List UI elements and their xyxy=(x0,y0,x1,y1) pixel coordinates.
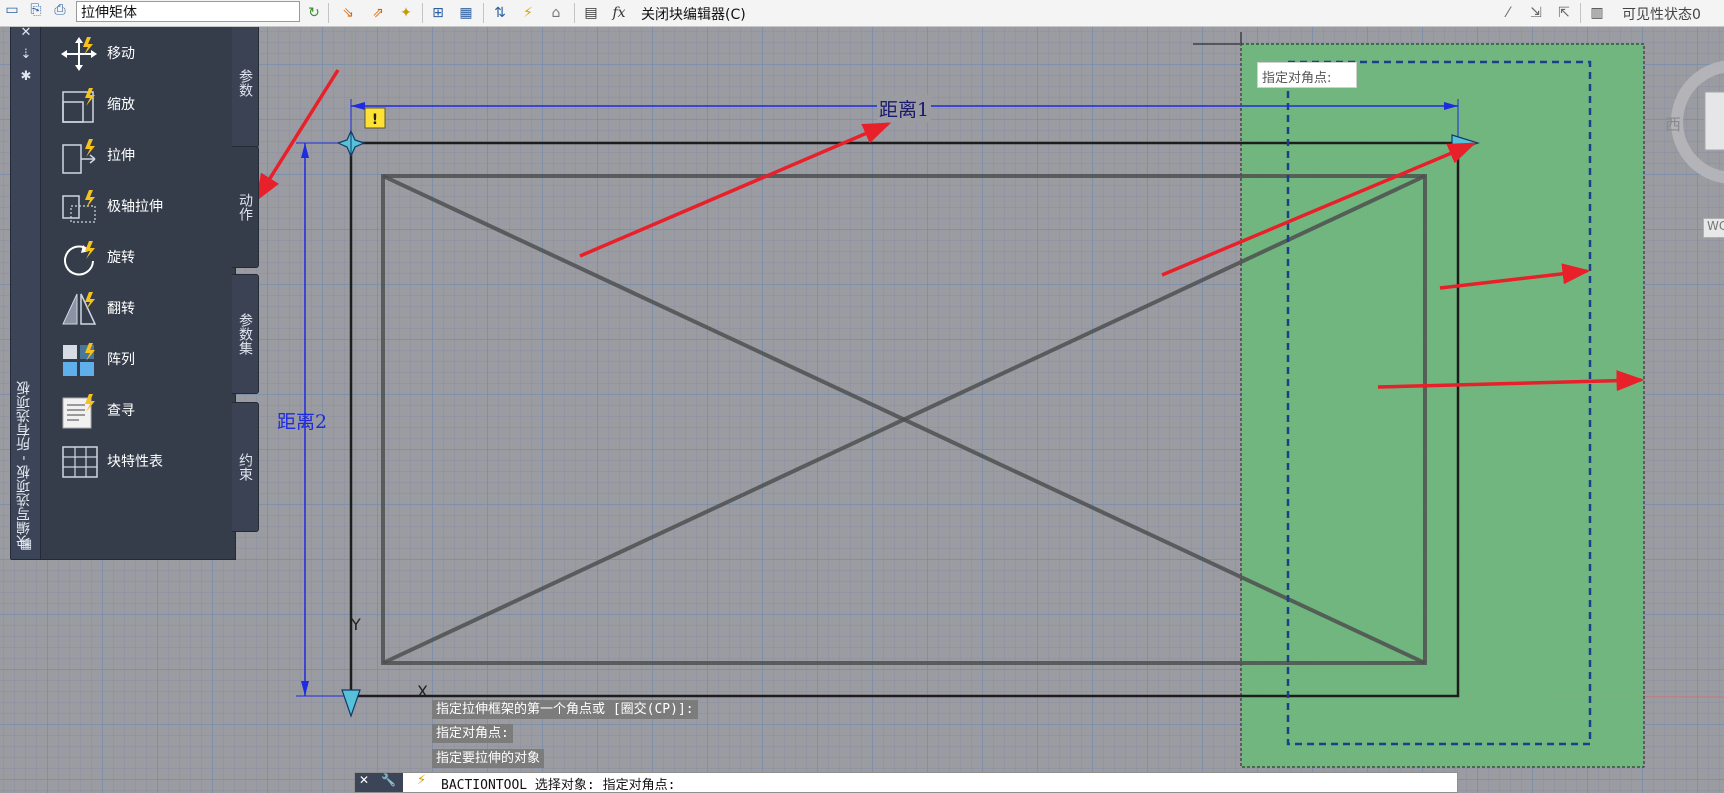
array-action-icon xyxy=(59,341,99,379)
move-action-icon xyxy=(59,35,99,73)
wrench-icon[interactable]: 🔧 xyxy=(381,773,396,787)
polar-stretch-action-icon xyxy=(59,188,99,226)
block-authoring-palette: ✕ ⇣ ✱ 块编写选项板 - 所有选项板 ▦ 移动 缩放 拉伸 极轴拉伸 旋转 … xyxy=(10,18,259,560)
make-invisible-icon[interactable]: ⇱ xyxy=(1554,3,1574,23)
scale-action-icon xyxy=(59,86,99,124)
visibility-mode-icon[interactable]: ⁄ xyxy=(1498,3,1518,23)
command-history-line: 指定要拉伸的对象 xyxy=(432,749,545,768)
lightbulb-icon[interactable]: ✦ xyxy=(396,3,416,23)
command-line-grip[interactable]: ✕ 🔧 xyxy=(355,773,403,792)
scale-action-button[interactable]: 缩放 xyxy=(59,82,229,126)
tab-parameters[interactable]: 参数 xyxy=(232,18,259,148)
close-block-editor-button[interactable]: 关闭块编辑器(C) xyxy=(641,4,746,24)
tab-actions[interactable]: 动作 xyxy=(232,146,259,268)
authoring-palettes-icon[interactable]: ⇘ xyxy=(338,3,358,23)
parameter-manager-icon[interactable]: ⇅ xyxy=(490,3,510,23)
distance2-arrow-bottom xyxy=(301,681,309,696)
test-block-icon[interactable]: ↻ xyxy=(304,3,324,23)
ucs-x-label: X xyxy=(417,682,428,701)
flip-action-icon xyxy=(59,290,99,328)
block-properties-table-button[interactable]: 块特性表 xyxy=(59,439,229,483)
block-table-icon[interactable]: ⊞ xyxy=(428,3,448,23)
stretch-action-button[interactable]: 拉伸 xyxy=(59,133,229,177)
dynamic-input-prompt: 指定对角点: xyxy=(1257,62,1357,88)
palette-title: 块编写选项板 - 所有选项板 xyxy=(16,381,32,549)
distance1-arrow-left xyxy=(351,102,365,110)
action-bolt-icon[interactable]: ⚡ xyxy=(518,3,538,23)
viewcube-west-label: 西 xyxy=(1665,115,1681,134)
base-point-grip-icon[interactable] xyxy=(336,129,366,158)
viewcube-face xyxy=(1704,91,1724,151)
attribute-definition-icon[interactable]: ▤ xyxy=(581,3,601,23)
save-as-icon[interactable]: ⎙ xyxy=(50,0,70,20)
tab-parameter-sets[interactable]: 参数集 xyxy=(232,274,259,394)
distance2-arrow-top xyxy=(301,143,309,158)
viewcube[interactable]: 西 xyxy=(1665,50,1724,200)
rotate-action-button[interactable]: 旋转 xyxy=(59,235,229,279)
command-history-line: 指定对角点: xyxy=(432,724,513,743)
lookup-action-icon xyxy=(59,392,99,430)
auto-hide-icon[interactable]: ⇣ xyxy=(17,45,35,63)
rotate-action-icon xyxy=(59,239,99,277)
fx-icon[interactable]: fx xyxy=(609,3,629,23)
visibility-state-dropdown[interactable]: 可见性状态0 xyxy=(1622,4,1701,24)
table-grid-icon[interactable]: ▦ xyxy=(456,3,476,23)
palette-tool-list: 移动 缩放 拉伸 极轴拉伸 旋转 翻转 阵列 查寻 块特性表 xyxy=(40,18,236,560)
polar-stretch-action-button[interactable]: 极轴拉伸 xyxy=(59,184,229,228)
parameter-alert-icon: ! xyxy=(364,107,386,129)
distance2-parameter-label[interactable]: 距离2 xyxy=(277,407,327,434)
crossing-selection-window xyxy=(1240,43,1645,768)
close-icon[interactable]: ✕ xyxy=(359,773,369,787)
annotation-arrow-2 xyxy=(255,69,340,202)
ucs-y-label: Y xyxy=(350,615,361,634)
command-line-text[interactable]: BACTIONTOOL 选择对象: 指定对角点: xyxy=(441,774,675,793)
array-action-button[interactable]: 阵列 xyxy=(59,337,229,381)
properties-gear-icon[interactable]: ✱ xyxy=(17,67,35,85)
attribute-tag-icon[interactable]: ⌂ xyxy=(546,3,566,23)
command-line[interactable]: ✕ 🔧 ⚡ BACTIONTOOL 选择对象: 指定对角点: xyxy=(354,772,1458,793)
move-action-button[interactable]: 移动 xyxy=(59,31,229,75)
command-bolt-icon: ⚡ xyxy=(417,773,427,788)
lookup-action-button[interactable]: 查寻 xyxy=(59,388,229,432)
stretch-grip-bottom-icon[interactable] xyxy=(341,689,361,718)
parameter-icon[interactable]: ⇗ xyxy=(368,3,388,23)
make-visible-icon[interactable]: ⇲ xyxy=(1526,3,1546,23)
tab-constraints[interactable]: 约束 xyxy=(232,402,259,532)
save-icon[interactable]: ⎘ xyxy=(26,0,46,20)
block-name-field[interactable] xyxy=(76,1,300,22)
distance1-parameter-label[interactable]: 距离1 xyxy=(877,95,932,122)
block-definition-icon[interactable]: ▭ xyxy=(2,0,22,20)
svg-text:!: ! xyxy=(372,112,378,128)
block-properties-table-icon xyxy=(59,443,99,481)
flip-action-button[interactable]: 翻转 xyxy=(59,286,229,330)
palette-title-bar[interactable]: ✕ ⇣ ✱ 块编写选项板 - 所有选项板 ▦ xyxy=(10,18,42,560)
command-history-line: 指定拉伸框架的第一个角点或 [圈交(CP)]: xyxy=(432,700,698,719)
wcs-badge[interactable]: WC xyxy=(1703,218,1724,238)
stretch-action-icon xyxy=(59,137,99,175)
visibility-states-icon[interactable]: ▥ xyxy=(1587,3,1607,23)
palette-grid-icon[interactable]: ▦ xyxy=(17,535,35,553)
block-editor-toolbar: ▭ ⎘ ⎙ ↻ ⇘ ⇗ ✦ ⊞ ▦ ⇅ ⚡ ⌂ ▤ fx 关闭块编辑器(C) ⁄… xyxy=(0,0,1724,27)
